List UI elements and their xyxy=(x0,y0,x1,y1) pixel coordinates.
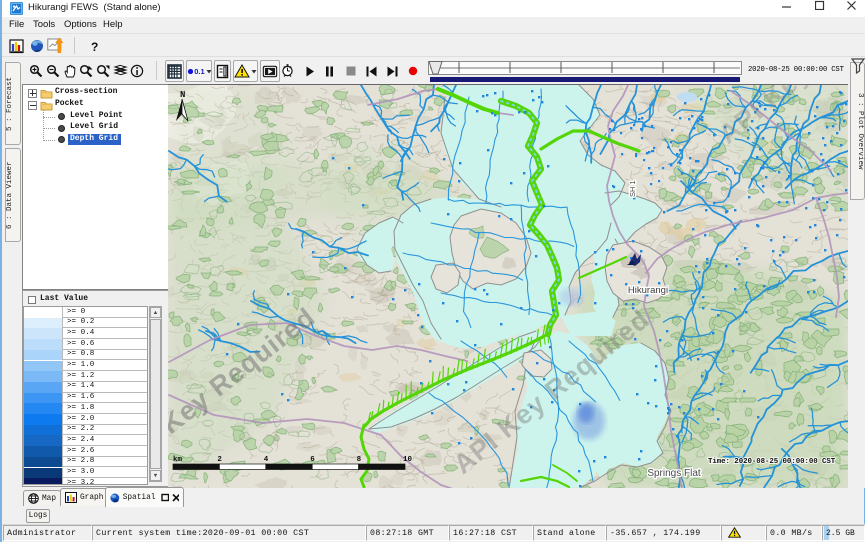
svg-text:2: 2 xyxy=(217,456,222,464)
svg-text:4: 4 xyxy=(264,456,269,464)
svg-text:SH 1: SH 1 xyxy=(628,180,637,197)
svg-text:Hikurangi: Hikurangi xyxy=(628,285,668,296)
svg-text:N: N xyxy=(180,90,185,100)
svg-text:Springs Flat: Springs Flat xyxy=(647,468,701,479)
svg-text:Time: 2020-08-25 00:00:00 CST: Time: 2020-08-25 00:00:00 CST xyxy=(708,458,836,466)
svg-text:8: 8 xyxy=(357,456,362,464)
svg-text:km: km xyxy=(173,456,183,464)
svg-text:6: 6 xyxy=(310,456,315,464)
svg-text:10: 10 xyxy=(403,456,413,464)
